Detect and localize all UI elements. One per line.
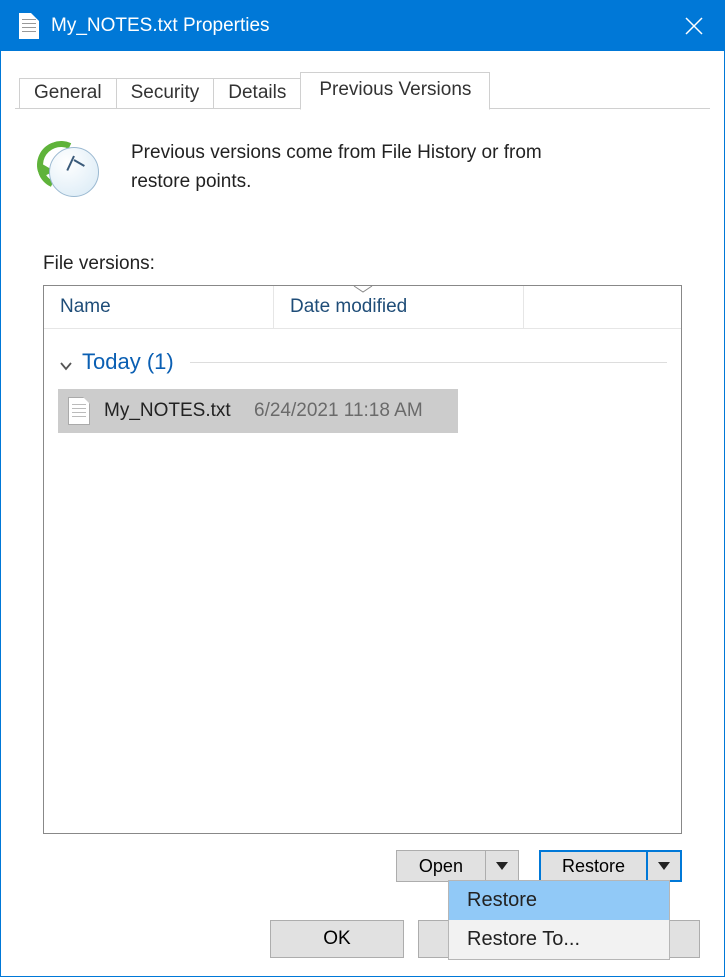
- tab-general[interactable]: General: [19, 78, 117, 109]
- text-file-icon: [68, 397, 90, 425]
- open-split-button[interactable]: Open: [396, 850, 519, 882]
- intro-text: Previous versions come from File History…: [131, 139, 571, 196]
- restore-button[interactable]: Restore: [539, 850, 646, 882]
- file-versions-label: File versions:: [43, 253, 682, 275]
- tab-strip: General Security Details Previous Versio…: [19, 71, 710, 109]
- titlebar[interactable]: My_NOTES.txt Properties: [1, 1, 724, 51]
- file-versions-list[interactable]: Name Date modified Today (1) My_NOTES: [43, 285, 682, 834]
- list-header: Name Date modified: [44, 286, 681, 329]
- file-version-name: My_NOTES.txt: [104, 400, 254, 422]
- tab-page-previous-versions: Previous versions come from File History…: [15, 109, 710, 900]
- close-button[interactable]: [664, 1, 724, 51]
- properties-dialog: My_NOTES.txt Properties General Security…: [0, 0, 725, 977]
- tab-previous-versions[interactable]: Previous Versions: [300, 72, 490, 110]
- restore-clock-icon: [43, 141, 105, 203]
- restore-dropdown-menu: Restore Restore To...: [448, 880, 670, 960]
- menu-item-restore-to[interactable]: Restore To...: [449, 920, 669, 959]
- client-area: General Security Details Previous Versio…: [1, 51, 724, 914]
- intro-row: Previous versions come from File History…: [43, 139, 682, 203]
- group-rule: [190, 362, 667, 363]
- list-actions: Open Restore Restore Restore To...: [43, 850, 682, 882]
- ok-button[interactable]: OK: [270, 920, 404, 958]
- column-header-date[interactable]: Date modified: [274, 286, 524, 329]
- file-icon: [19, 13, 39, 39]
- window-title: My_NOTES.txt Properties: [51, 15, 270, 37]
- group-header-today[interactable]: Today (1): [58, 349, 667, 375]
- restore-split-button[interactable]: Restore: [539, 850, 682, 882]
- open-dropdown-button[interactable]: [485, 850, 519, 882]
- tab-details[interactable]: Details: [213, 78, 301, 109]
- list-body: Today (1) My_NOTES.txt 6/24/2021 11:18 A…: [44, 329, 681, 833]
- column-header-name[interactable]: Name: [44, 286, 274, 329]
- restore-dropdown-button[interactable]: [646, 850, 682, 882]
- menu-item-restore[interactable]: Restore: [449, 881, 669, 920]
- open-button[interactable]: Open: [396, 850, 485, 882]
- file-version-date: 6/24/2021 11:18 AM: [254, 400, 423, 422]
- chevron-down-icon: [58, 354, 74, 370]
- column-header-spacer: [524, 286, 681, 329]
- tab-security[interactable]: Security: [116, 78, 215, 109]
- file-version-row[interactable]: My_NOTES.txt 6/24/2021 11:18 AM: [58, 389, 458, 433]
- group-label: Today (1): [82, 349, 174, 375]
